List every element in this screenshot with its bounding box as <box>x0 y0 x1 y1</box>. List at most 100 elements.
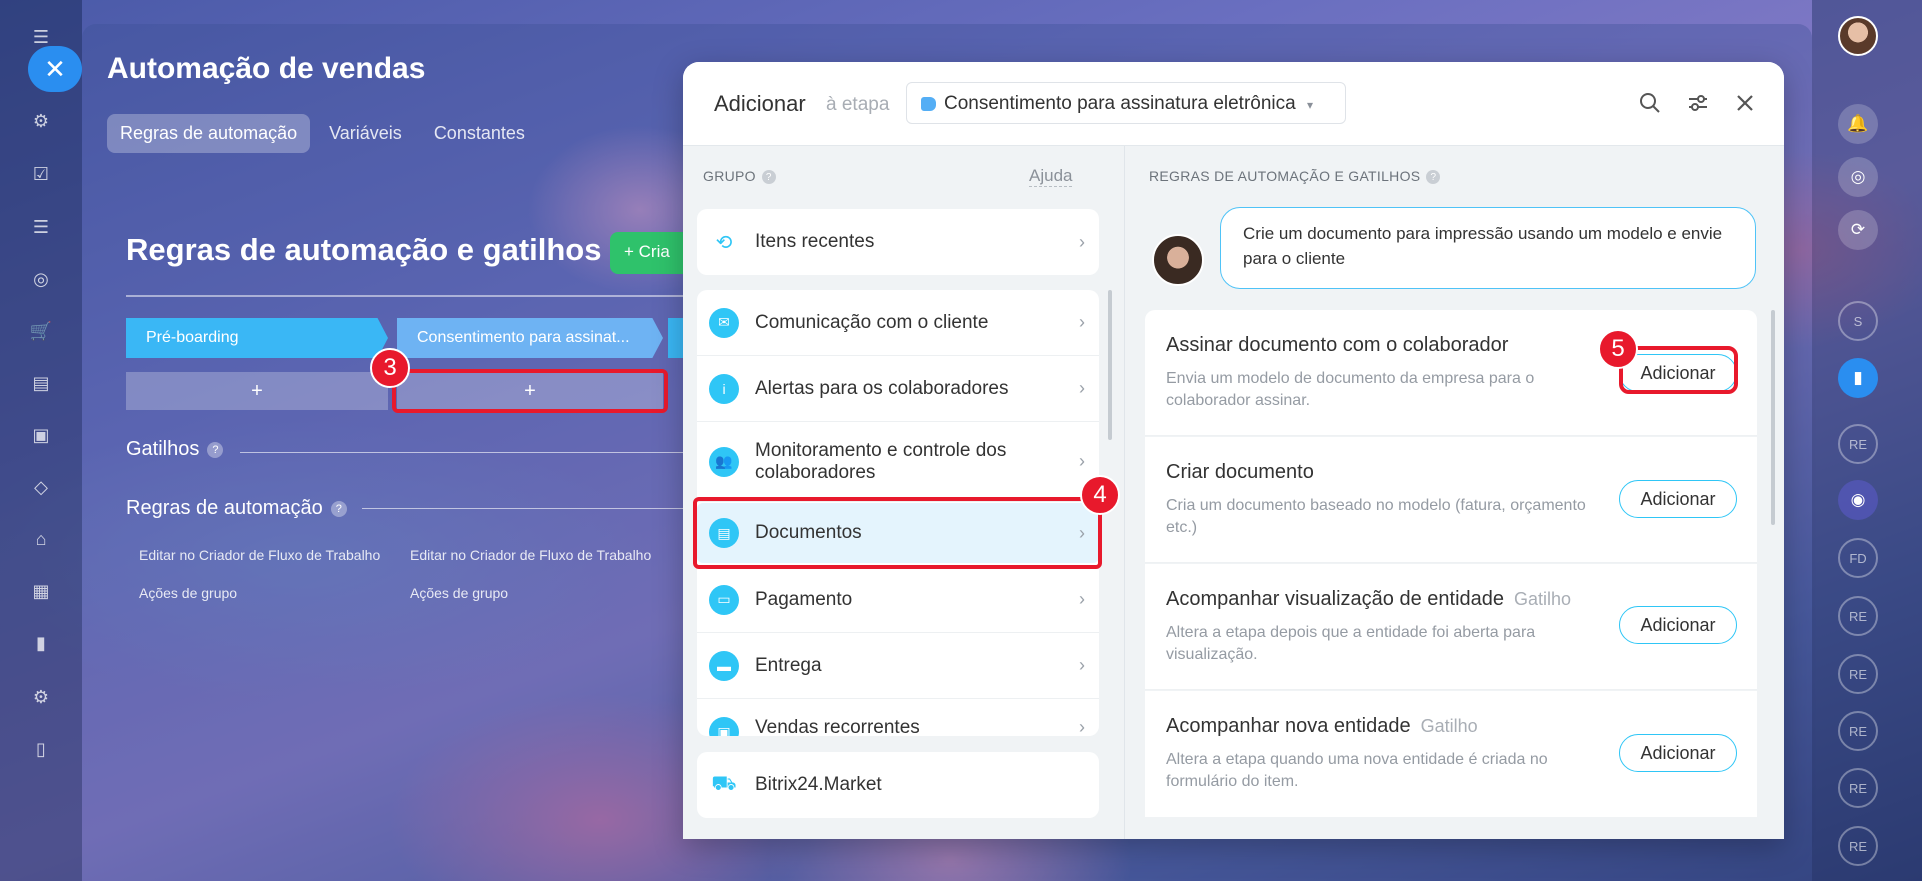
dialog-title: Adicionar <box>714 91 806 116</box>
scrollbar[interactable] <box>1771 310 1775 525</box>
settings-sliders-icon[interactable] <box>1683 88 1713 118</box>
page-tabs: Regras de automação Variáveis Constantes <box>107 114 538 153</box>
tab-variables[interactable]: Variáveis <box>316 114 415 153</box>
group-actions-link[interactable]: Ações de grupo <box>139 585 237 601</box>
add-create-document-button[interactable]: Adicionar <box>1619 480 1737 518</box>
trigger-tag: Gatilho <box>1420 716 1478 736</box>
section-title: Regras de automação e gatilhos <box>126 232 602 267</box>
group-item-communication[interactable]: ✉ Comunicação com o cliente › <box>697 290 1099 356</box>
dialog-subtitle: à etapa <box>826 94 890 115</box>
highlight-box <box>392 369 668 413</box>
user-avatar[interactable] <box>1838 16 1878 56</box>
action-title: Acompanhar visualização de entidade Gatil… <box>1166 588 1572 610</box>
chevron-right-icon: › <box>1079 451 1085 471</box>
edit-flow-link[interactable]: Editar no Criador de Fluxo de Trabalho <box>139 547 380 563</box>
market-icon: ⛟ <box>709 770 739 800</box>
tab-rules[interactable]: Regras de automação <box>107 114 311 153</box>
bookmark-icon[interactable]: ▮ <box>1838 358 1878 398</box>
group-item-alerts[interactable]: i Alertas para os colaboradores › <box>697 356 1099 422</box>
crm-icon[interactable]: ⚙ <box>28 108 54 134</box>
group-item-delivery[interactable]: ▬ Entrega › <box>697 633 1099 699</box>
chevron-right-icon: › <box>1079 312 1085 332</box>
stage-select[interactable]: Consentimento para assinatura eletrônica… <box>906 82 1346 124</box>
chevron-right-icon: › <box>1079 717 1085 736</box>
tasks-icon[interactable]: ☑ <box>28 161 54 187</box>
chat-avatar[interactable]: RE <box>1838 654 1878 694</box>
stage-consent[interactable]: Consentimento para assinat... <box>397 318 663 358</box>
step-badge-4: 4 <box>1080 475 1120 515</box>
add-view-trigger-button[interactable]: Adicionar <box>1619 606 1737 644</box>
group-item-payment[interactable]: ▭ Pagamento › <box>697 567 1099 633</box>
calendar-icon[interactable]: ▦ <box>28 578 54 604</box>
robot-icon[interactable]: ▣ <box>28 422 54 448</box>
assistant-avatar <box>1152 234 1204 286</box>
chat-avatar[interactable]: RE <box>1838 711 1878 751</box>
chat-avatar[interactable]: RE <box>1838 596 1878 636</box>
group-item-monitoring[interactable]: 👥 Monitoramento e controle dos colaborad… <box>697 422 1099 502</box>
stage-color-icon <box>921 97 936 111</box>
group-actions-link[interactable]: Ações de grupo <box>410 585 508 601</box>
contact-icon[interactable]: ▤ <box>28 370 54 396</box>
help-icon[interactable]: ? <box>330 500 347 517</box>
close-icon[interactable] <box>1730 88 1760 118</box>
chevron-right-icon: › <box>1079 655 1085 675</box>
chat-avatar[interactable]: RE <box>1838 424 1878 464</box>
triggers-label: Gatilhos? <box>126 438 224 461</box>
edit-flow-link[interactable]: Editar no Criador de Fluxo de Trabalho <box>410 547 651 563</box>
action-title: Criar documento <box>1166 461 1314 483</box>
settings-icon[interactable]: ⚙ <box>28 684 54 710</box>
group-item-recent[interactable]: ⟲ Itens recentes › <box>697 209 1099 275</box>
cart-icon[interactable]: 🛒 <box>28 318 54 344</box>
page-title: Automação de vendas <box>107 52 426 85</box>
group-item-label: Itens recentes <box>755 231 875 252</box>
add-new-entity-trigger-button[interactable]: Adicionar <box>1619 734 1737 772</box>
market-item[interactable]: ⛟ Bitrix24.Market <box>697 752 1099 818</box>
rules-text: Regras de automação <box>126 497 323 519</box>
actions-label-text: REGRAS DE AUTOMAÇÃO E GATILHOS <box>1149 168 1421 184</box>
history-icon: ⟲ <box>709 227 739 257</box>
help-link[interactable]: Ajuda <box>1029 166 1073 187</box>
help-icon[interactable]: ? <box>1426 170 1441 185</box>
chat-avatar[interactable]: RE <box>1838 768 1878 808</box>
divider <box>126 295 686 297</box>
add-rule-button[interactable]: + <box>126 372 388 410</box>
market-label: Bitrix24.Market <box>755 774 882 795</box>
step-badge-5: 5 <box>1598 329 1638 369</box>
help-icon[interactable]: ? <box>761 170 776 185</box>
stage-preboarding[interactable]: Pré-boarding <box>126 318 388 358</box>
tab-constants[interactable]: Constantes <box>421 114 538 153</box>
action-title: Acompanhar nova entidade Gatilho <box>1166 715 1478 737</box>
openlines-icon[interactable]: ◉ <box>1838 480 1878 520</box>
sync-icon[interactable]: ⟳ <box>1838 210 1878 250</box>
group-item-recurring[interactable]: ▣ Vendas recorrentes › <box>697 699 1099 736</box>
target-icon[interactable]: ◎ <box>28 266 54 292</box>
action-description: Envia um modelo de documento da empresa … <box>1166 370 1535 409</box>
box-icon[interactable]: ◇ <box>28 474 54 500</box>
triggers-text: Gatilhos <box>126 438 200 460</box>
divider <box>362 508 683 509</box>
group-item-label: Monitoramento e controle dos colaborador… <box>755 439 1007 483</box>
chat-avatar[interactable]: S <box>1838 301 1878 341</box>
chat-avatar[interactable]: FD <box>1838 538 1878 578</box>
highlight-box <box>693 497 1102 569</box>
create-button[interactable]: + Cria <box>610 232 690 274</box>
chat-avatar[interactable]: RE <box>1838 826 1878 866</box>
group-label-text: GRUPO <box>703 168 756 184</box>
file-icon[interactable]: ▯ <box>28 736 54 762</box>
chevron-down-icon: ▾ <box>1307 98 1314 112</box>
group-item-label: Entrega <box>755 654 822 676</box>
close-slider-button[interactable]: ✕ <box>28 46 82 92</box>
help-icon[interactable]: ? <box>207 441 224 458</box>
store-icon[interactable]: ⌂ <box>28 526 54 552</box>
goals-icon[interactable]: ◎ <box>1838 157 1878 197</box>
action-description: Cria um documento baseado no modelo (fat… <box>1166 497 1586 536</box>
group-item-label: Pagamento <box>755 588 853 610</box>
chart-icon[interactable]: ▮ <box>28 630 54 656</box>
bell-icon[interactable]: 🔔 <box>1838 104 1878 144</box>
wallet-icon: ▭ <box>709 584 739 615</box>
scrollbar[interactable] <box>1108 290 1112 440</box>
chevron-right-icon: › <box>1079 589 1085 609</box>
action-description: Altera a etapa quando uma nova entidade … <box>1166 751 1548 790</box>
search-icon[interactable] <box>1635 88 1665 118</box>
filter-icon[interactable]: ☰ <box>28 214 54 240</box>
